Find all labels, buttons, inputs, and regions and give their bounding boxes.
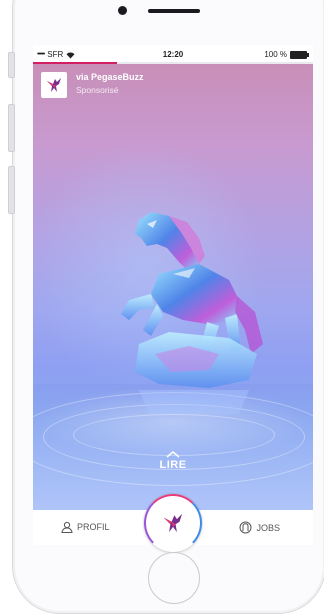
volume-up-button bbox=[8, 104, 15, 152]
home-feed-button[interactable] bbox=[144, 494, 202, 552]
center-button-ring bbox=[144, 494, 202, 552]
chevron-up-icon bbox=[166, 451, 180, 458]
read-more-label: LIRE bbox=[159, 459, 187, 471]
earpiece-speaker bbox=[148, 9, 200, 13]
status-bar: ••••• SFR 12:20 100 % bbox=[33, 45, 313, 64]
battery-status: 100 % bbox=[264, 50, 309, 59]
nav-jobs-label: JOBS bbox=[256, 522, 280, 533]
mute-switch bbox=[8, 52, 15, 78]
nav-profile-label: PROFIL bbox=[77, 522, 110, 532]
jobs-icon bbox=[239, 521, 252, 534]
battery-icon bbox=[290, 50, 309, 59]
read-more-button[interactable]: LIRE bbox=[143, 451, 203, 471]
device-home-button[interactable] bbox=[148, 552, 200, 604]
sponsor-header[interactable]: via PegaseBuzz Sponsorisé bbox=[41, 72, 144, 98]
pegasus-logo-icon bbox=[41, 72, 67, 98]
sponsored-label: Sponsorisé bbox=[76, 85, 119, 95]
battery-percent: 100 % bbox=[264, 50, 287, 59]
screen: ••••• SFR 12:20 100 % via PegaseBuzz Spo… bbox=[33, 45, 313, 545]
sponsor-name: via PegaseBuzz bbox=[76, 72, 144, 82]
crystal-horse-image bbox=[99, 204, 269, 419]
sponsored-ad[interactable]: via PegaseBuzz Sponsorisé LIRE bbox=[33, 64, 313, 510]
nav-profile-button[interactable]: PROFIL bbox=[61, 521, 110, 533]
front-camera bbox=[118, 6, 127, 15]
volume-down-button bbox=[8, 166, 15, 214]
person-icon bbox=[61, 521, 73, 533]
nav-jobs-button[interactable]: JOBS bbox=[239, 521, 280, 534]
